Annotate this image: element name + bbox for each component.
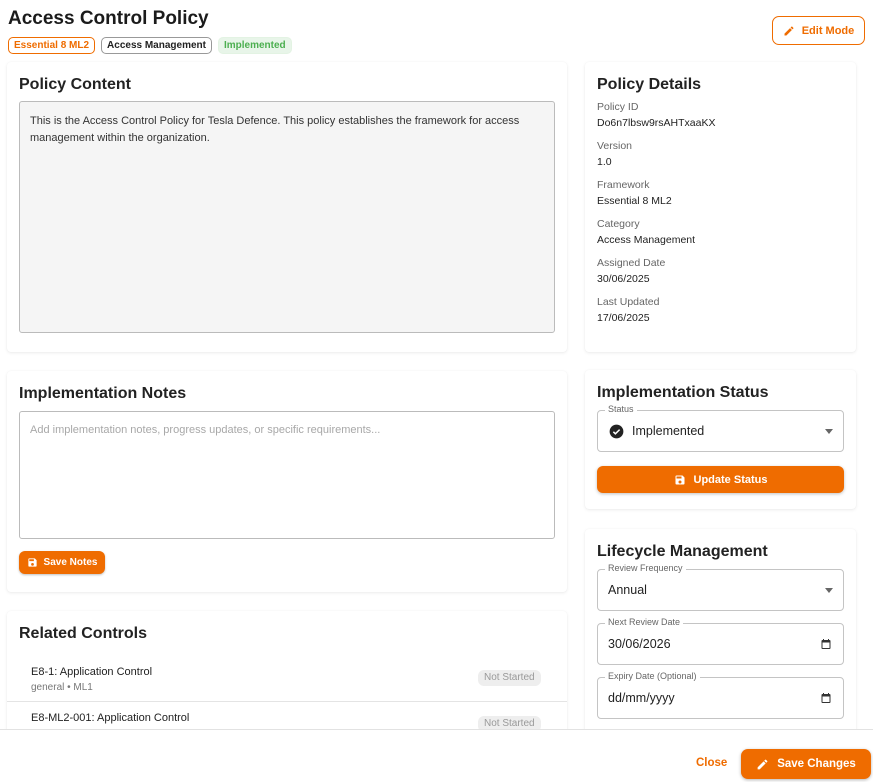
expiry-date-input[interactable]: Expiry Date (Optional) dd/mm/yyyy bbox=[597, 671, 844, 719]
category-label: Category bbox=[597, 218, 640, 230]
status-field-label: Status bbox=[605, 404, 637, 414]
lifecycle-title: Lifecycle Management bbox=[597, 543, 768, 560]
review-frequency-select[interactable]: Review Frequency Annual bbox=[597, 563, 844, 611]
save-icon bbox=[675, 475, 685, 484]
last-updated-label: Last Updated bbox=[597, 296, 660, 308]
assigned-date-value: 30/06/2025 bbox=[597, 273, 650, 285]
calendar-icon[interactable] bbox=[820, 638, 832, 650]
last-updated-value: 17/06/2025 bbox=[597, 312, 650, 324]
save-icon bbox=[27, 558, 37, 567]
pencil-icon bbox=[784, 25, 794, 35]
implementation-notes-card: Implementation Notes Add implementation … bbox=[7, 371, 567, 592]
save-notes-label: Save Notes bbox=[43, 557, 98, 568]
calendar-icon[interactable] bbox=[820, 692, 832, 704]
policy-id-label: Policy ID bbox=[597, 101, 639, 113]
chip-row: Essential 8 ML2 Access Management Implem… bbox=[8, 37, 292, 54]
control-name: E8-1: Application Control bbox=[31, 666, 153, 678]
pencil-icon bbox=[757, 759, 768, 769]
expiry-label: Expiry Date (Optional) bbox=[605, 671, 700, 681]
save-notes-button[interactable]: Save Notes bbox=[19, 551, 105, 574]
assigned-date-label: Assigned Date bbox=[597, 257, 666, 269]
version-value: 1.0 bbox=[597, 156, 612, 168]
edit-mode-button[interactable]: Edit Mode bbox=[772, 16, 865, 45]
related-controls-card: Related Controls E8-1: Application Contr… bbox=[7, 611, 567, 741]
save-changes-label: Save Changes bbox=[777, 758, 856, 770]
implementation-status-card: Implementation Status Status Implemented… bbox=[585, 370, 856, 509]
related-controls-title: Related Controls bbox=[19, 625, 148, 642]
update-status-label: Update Status bbox=[693, 473, 768, 486]
edit-mode-label: Edit Mode bbox=[801, 24, 855, 37]
policy-content-title: Policy Content bbox=[19, 76, 132, 93]
review-frequency-label: Review Frequency bbox=[605, 563, 686, 573]
control-meta: general • ML1 bbox=[31, 682, 93, 693]
policy-details-title: Policy Details bbox=[597, 76, 702, 93]
implementation-notes-title: Implementation Notes bbox=[19, 385, 187, 402]
category-value: Access Management bbox=[597, 234, 696, 246]
next-review-label: Next Review Date bbox=[605, 617, 684, 627]
policy-dialog: Access Control Policy Essential 8 ML2 Ac… bbox=[0, 0, 873, 782]
status-select[interactable]: Status Implemented bbox=[597, 404, 844, 452]
category-chip: Access Management bbox=[101, 37, 212, 54]
control-row[interactable]: E8-1: Application Control general • ML1 … bbox=[7, 656, 567, 702]
next-review-value: 30/06/2026 bbox=[608, 637, 671, 651]
status-value: Implemented bbox=[632, 424, 705, 438]
check-circle-icon bbox=[609, 424, 624, 439]
framework-value: Essential 8 ML2 bbox=[597, 195, 672, 207]
page-title: Access Control Policy bbox=[8, 8, 209, 29]
control-name: E8-ML2-001: Application Control bbox=[31, 712, 190, 724]
policy-content-text[interactable]: This is the Access Control Policy for Te… bbox=[19, 101, 555, 333]
update-status-button[interactable]: Update Status bbox=[597, 466, 844, 493]
chevron-down-icon bbox=[825, 429, 833, 434]
version-label: Version bbox=[597, 140, 633, 152]
close-button[interactable]: Close bbox=[696, 757, 727, 769]
details-list: Policy ID Do6n7lbsw9rsAHTxaaKX Version 1… bbox=[597, 100, 715, 334]
lifecycle-card: Lifecycle Management Review Frequency An… bbox=[585, 529, 856, 741]
implementation-status-title: Implementation Status bbox=[597, 384, 769, 401]
framework-label: Framework bbox=[597, 179, 650, 191]
chevron-down-icon bbox=[825, 588, 833, 593]
policy-details-card: Policy Details Policy ID Do6n7lbsw9rsAHT… bbox=[585, 62, 856, 352]
control-status-badge: Not Started bbox=[478, 670, 541, 686]
expiry-value: dd/mm/yyyy bbox=[608, 691, 675, 705]
review-frequency-value: Annual bbox=[608, 583, 647, 597]
policy-id-value: Do6n7lbsw9rsAHTxaaKX bbox=[597, 117, 716, 129]
dialog-footer: Close Save Changes bbox=[0, 729, 873, 782]
policy-content-card: Policy Content This is the Access Contro… bbox=[7, 62, 567, 352]
next-review-date-input[interactable]: Next Review Date 30/06/2026 bbox=[597, 617, 844, 665]
save-changes-button[interactable]: Save Changes bbox=[741, 749, 871, 779]
status-chip: Implemented bbox=[217, 37, 292, 54]
notes-textarea[interactable]: Add implementation notes, progress updat… bbox=[19, 411, 555, 539]
framework-chip: Essential 8 ML2 bbox=[8, 37, 96, 54]
